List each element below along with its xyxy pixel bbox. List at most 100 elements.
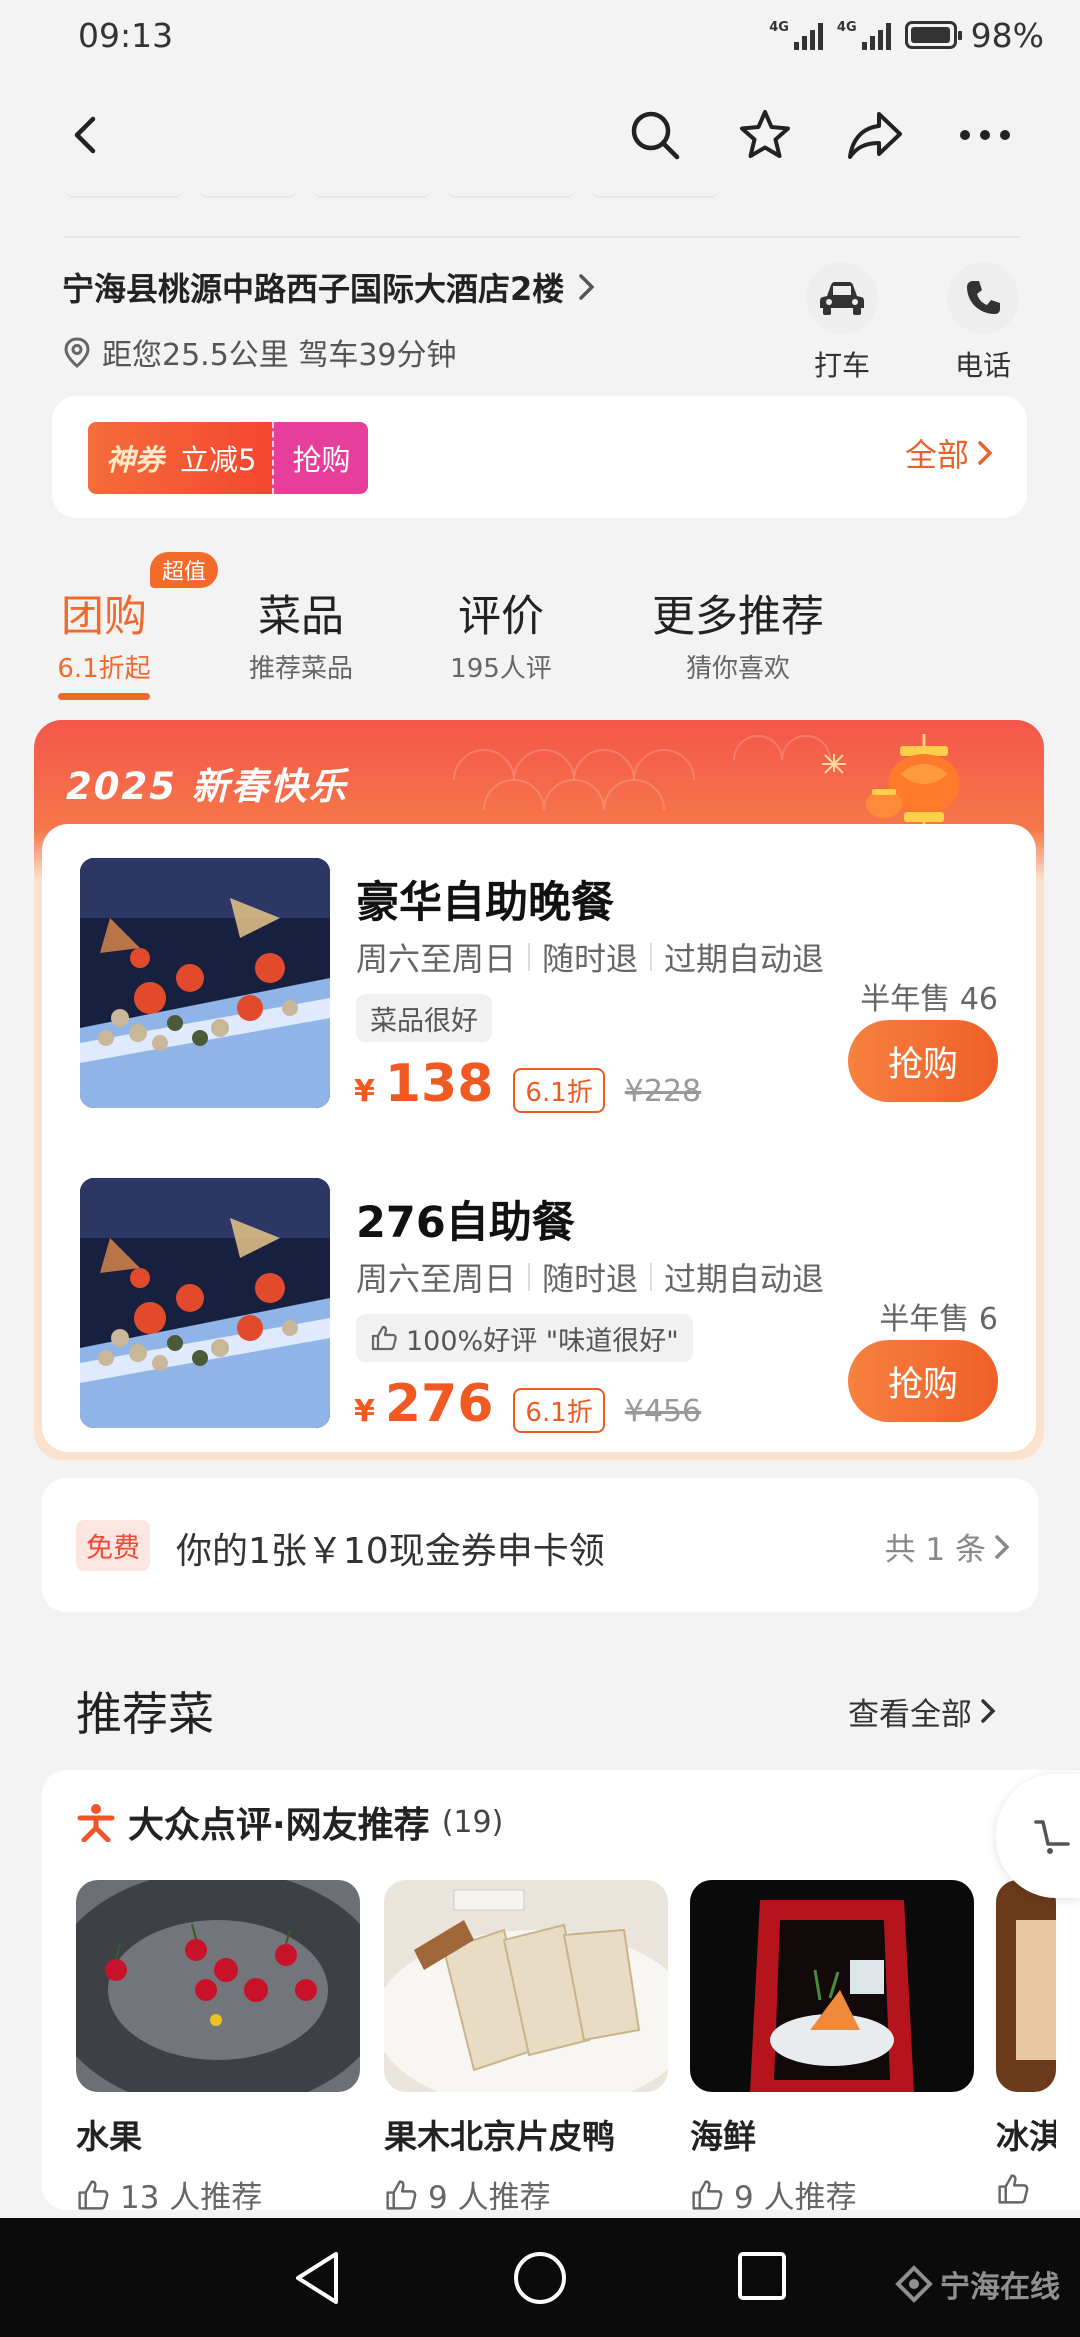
coupon-card: 神券 立减5 抢购 全部 (52, 396, 1027, 518)
signal-icon: 4G (837, 20, 891, 50)
discount-badge: 6.1折 (513, 1388, 605, 1433)
tab-more-recommend[interactable]: 更多推荐 猜你喜欢 (640, 582, 836, 685)
deal-price: ¥ 138 6.1折 ¥228 (354, 1054, 702, 1114)
phone-icon (947, 262, 1019, 334)
dish-name: 水果 (76, 2117, 142, 2156)
view-all-link[interactable]: 查看全部 (848, 1689, 996, 1734)
dianping-logo-icon (77, 1804, 115, 1842)
dish-image (690, 1880, 974, 2092)
lantern-icon (822, 734, 960, 834)
tab-dishes[interactable]: 菜品 推荐菜品 (236, 582, 366, 685)
tab-group-buy[interactable]: 团购 6.1折起 (52, 582, 156, 700)
address-text: 宁海县桃源中路西子国际大酒店2楼 (62, 270, 565, 308)
recommend-card: 大众点评·网友推荐 (19) 水果 13 人推荐 果木北京片皮鸭 9 人推荐 海… (42, 1770, 1080, 2210)
recommend-card-header: 大众点评·网友推荐 (19) (76, 1796, 503, 1848)
status-time: 09:13 (78, 15, 174, 55)
address-block[interactable]: 宁海县桃源中路西子国际大酒店2楼 距您25.5公里 驾车39分钟 (62, 264, 782, 374)
deal-review-chip: 菜品很好 (356, 994, 492, 1042)
dish-likes (996, 2172, 1056, 2206)
cash-coupon-row[interactable]: 免费 你的1张￥10现金券申卡领 共 1 条 (42, 1478, 1038, 1612)
coupon-amount: 立减5 (180, 443, 257, 477)
deal-item[interactable]: 276自助餐 周六至周日 随时退 过期自动退 100%好评 "味道很好" ¥ 2… (42, 1178, 1036, 1438)
recommend-section-header: 推荐菜 查看全部 (76, 1678, 996, 1744)
deal-image (80, 858, 330, 1108)
distance-text: 距您25.5公里 驾车39分钟 (102, 338, 457, 373)
deal-list: 豪华自助晚餐 周六至周日 随时退 过期自动退 菜品很好 ¥ 138 6.1折 ¥… (42, 824, 1036, 1452)
coupon-grab-button[interactable]: 抢购 (272, 422, 369, 494)
dish-likes: 9 人推荐 (690, 2172, 974, 2210)
thumbs-up-icon (692, 2179, 723, 2210)
chevron-right-icon (579, 274, 595, 300)
address-line[interactable]: 宁海县桃源中路西子国际大酒店2楼 (62, 264, 782, 310)
value-badge: 超值 (150, 552, 219, 588)
dish-likes: 13 人推荐 (76, 2172, 360, 2210)
status-bar: 09:13 4G 4G 98% (0, 0, 1080, 70)
battery-icon (904, 21, 962, 49)
divider (64, 236, 1020, 238)
dish-name: 冰淇 (996, 2117, 1056, 2156)
car-icon (806, 262, 878, 334)
original-price: ¥456 (624, 1394, 702, 1429)
buy-button[interactable]: 抢购 (848, 1340, 998, 1422)
chevron-right-icon (978, 441, 993, 465)
dish-image (996, 1880, 1056, 2092)
dish-card[interactable]: 果木北京片皮鸭 9 人推荐 (384, 1880, 668, 2210)
phone-button[interactable]: 电话 (938, 262, 1028, 384)
cash-coupon-text: 你的1张￥10现金券申卡领 (176, 1531, 605, 1572)
deal-price: ¥ 276 6.1折 ¥456 (354, 1374, 702, 1434)
deal-name: 豪华自助晚餐 (356, 878, 614, 928)
deal-terms: 周六至周日 随时退 过期自动退 (356, 1260, 825, 1298)
deal-image (80, 1178, 330, 1428)
deal-name: 276自助餐 (356, 1198, 575, 1248)
home-circle-icon[interactable] (510, 2248, 570, 2308)
price-value: 138 (384, 1054, 494, 1114)
battery-percent: 98% (970, 15, 1044, 55)
share-icon[interactable] (840, 100, 910, 170)
more-icon[interactable] (950, 100, 1020, 170)
phone-label: 电话 (954, 349, 1011, 382)
thumbs-up-icon (998, 2174, 1029, 2204)
discount-badge: 6.1折 (513, 1068, 605, 1113)
dish-image (384, 1880, 668, 2092)
thumbs-up-icon (78, 2179, 109, 2210)
dish-name: 海鲜 (690, 2117, 756, 2156)
coupon-all-link[interactable]: 全部 (905, 430, 993, 476)
recommend-title: 推荐菜 (76, 1687, 214, 1741)
signal-icon: 4G (769, 20, 823, 50)
chevron-right-icon (981, 1699, 996, 1723)
sold-count: 半年售 46 (860, 982, 998, 1017)
search-icon[interactable] (620, 100, 690, 170)
top-nav (0, 90, 1080, 180)
taxi-label: 打车 (813, 349, 870, 382)
back-triangle-icon[interactable] (290, 2248, 346, 2308)
dish-card[interactable]: 水果 13 人推荐 (76, 1880, 360, 2210)
cart-icon (1034, 1820, 1070, 1854)
tab-active-indicator (58, 693, 150, 700)
buy-button[interactable]: 抢购 (848, 1020, 998, 1102)
sold-count: 半年售 6 (879, 1302, 998, 1337)
free-tag: 免费 (76, 1520, 150, 1571)
distance-line: 距您25.5公里 驾车39分钟 (62, 330, 782, 374)
dish-image (76, 1880, 360, 2092)
dish-likes: 9 人推荐 (384, 2172, 668, 2210)
new-year-deal-panel: 2025 新春快乐 豪华自助晚餐 周六至周日 随时退 过期自动退 菜品很好 ¥ … (34, 720, 1044, 1460)
coupon-brand: 神券 (106, 443, 165, 477)
taxi-button[interactable]: 打车 (797, 262, 887, 384)
thumbs-up-icon (371, 1325, 397, 1351)
promo-banner-title: 2025 新春快乐 (66, 765, 348, 808)
coupon-tag[interactable]: 神券 立减5 抢购 (88, 422, 369, 494)
deal-review-chip: 100%好评 "味道很好" (356, 1314, 693, 1362)
deal-item[interactable]: 豪华自助晚餐 周六至周日 随时退 过期自动退 菜品很好 ¥ 138 6.1折 ¥… (42, 858, 1036, 1118)
star-icon[interactable] (730, 100, 800, 170)
dish-card[interactable]: 冰淇 (996, 1880, 1056, 2206)
watermark-logo-icon (895, 2265, 933, 2303)
thumbs-up-icon (386, 2179, 417, 2210)
price-value: 276 (384, 1374, 494, 1434)
status-icons: 4G 4G 98% (769, 16, 1044, 55)
dish-card[interactable]: 海鲜 9 人推荐 (690, 1880, 974, 2210)
collapsed-tab-strip (64, 180, 720, 198)
recents-square-icon[interactable] (736, 2248, 788, 2304)
back-icon[interactable] (50, 100, 120, 170)
tab-reviews[interactable]: 评价 195人评 (436, 582, 566, 685)
deal-terms: 周六至周日 随时退 过期自动退 (356, 940, 825, 978)
